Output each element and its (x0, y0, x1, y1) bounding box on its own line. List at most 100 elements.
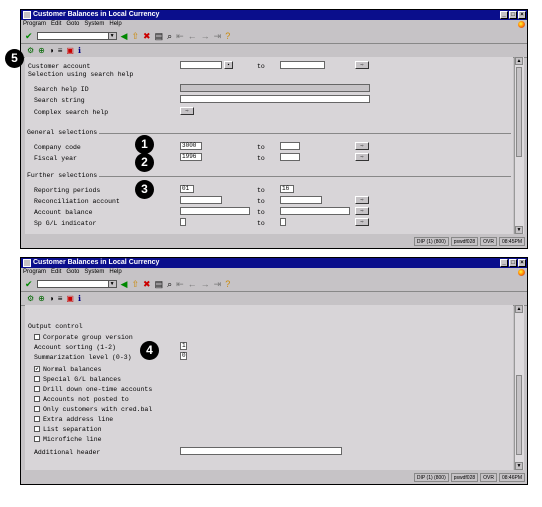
sp-gl-indicator-from[interactable] (180, 218, 186, 226)
exit-icon[interactable]: ⇧ (131, 279, 139, 290)
menu-system[interactable]: System (84, 268, 104, 277)
menu-system[interactable]: System (84, 20, 104, 29)
customer-account-from[interactable] (180, 61, 222, 69)
vertical-scrollbar[interactable]: ▲ ▼ (514, 57, 524, 234)
delete-icon[interactable]: ▣ (66, 46, 74, 55)
check-icon[interactable]: ✔ (25, 31, 33, 42)
option-checkbox[interactable] (34, 376, 40, 382)
next-page-icon[interactable]: → (201, 31, 210, 41)
menu-help[interactable]: Help (109, 268, 121, 277)
back-icon[interactable]: ◀ (121, 31, 128, 42)
multiple-selection-button[interactable]: ⇨ (355, 196, 369, 204)
command-field[interactable]: ▼ (36, 280, 117, 288)
multiple-selection-button[interactable]: ⇨ (355, 207, 369, 215)
option-checkbox[interactable] (34, 406, 40, 412)
save-variant-icon[interactable]: ≡ (58, 294, 63, 303)
help-icon[interactable]: ? (225, 279, 230, 289)
chevron-down-icon[interactable]: ▼ (107, 281, 116, 287)
option-checkbox[interactable] (34, 426, 40, 432)
help-icon[interactable]: ? (225, 31, 230, 41)
option-checkbox[interactable]: ✔ (34, 366, 40, 372)
account-balance-to[interactable] (280, 207, 350, 215)
get-variant-icon[interactable]: ◑ (49, 294, 54, 303)
multiple-selection-button[interactable]: ⇨ (355, 218, 369, 226)
search-string-field[interactable] (180, 95, 370, 103)
company-code-to[interactable] (280, 142, 300, 150)
option-checkbox[interactable] (34, 386, 40, 392)
summarization-level-field[interactable]: 0 (180, 352, 187, 360)
back-icon[interactable]: ◀ (121, 279, 128, 290)
variant-icon[interactable]: ⊕ (38, 46, 45, 55)
close-icon[interactable]: × (518, 11, 526, 19)
multiple-selection-button[interactable]: ⇨ (355, 153, 369, 161)
sp-gl-indicator-to[interactable] (280, 218, 286, 226)
minimize-icon[interactable]: _ (500, 11, 508, 19)
menu-edit[interactable]: Edit (51, 268, 61, 277)
additional-header-field[interactable] (180, 447, 342, 455)
reconciliation-account-from[interactable] (180, 196, 222, 204)
execute-icon[interactable]: ⚙ (27, 46, 34, 55)
prev-page-icon[interactable]: ← (188, 279, 197, 289)
menu-goto[interactable]: Goto (66, 20, 79, 29)
delete-icon[interactable]: ▣ (66, 294, 74, 303)
corporate-group-checkbox[interactable] (34, 334, 40, 340)
execute-icon[interactable]: ⚙ (27, 294, 34, 303)
reporting-periods-from[interactable]: 01 (180, 185, 194, 193)
reconciliation-account-to[interactable] (280, 196, 322, 204)
get-variant-icon[interactable]: ◑ (49, 46, 54, 55)
search-help-id-field[interactable] (180, 84, 370, 92)
multiple-selection-button[interactable]: ⇨ (355, 142, 369, 150)
first-page-icon[interactable]: ⇤ (176, 279, 184, 290)
scroll-down-icon[interactable]: ▼ (515, 226, 523, 234)
command-field[interactable]: ▼ (36, 32, 117, 40)
prev-page-icon[interactable]: ← (188, 31, 197, 41)
account-balance-from[interactable] (180, 207, 250, 215)
account-sorting-field[interactable]: 1 (180, 342, 187, 350)
cancel-icon[interactable]: ✖ (143, 31, 151, 42)
last-page-icon[interactable]: ⇥ (214, 31, 222, 42)
chevron-down-icon[interactable]: ▼ (107, 33, 116, 39)
print-icon[interactable]: ▤ (155, 279, 164, 290)
variant-icon[interactable]: ⊕ (38, 294, 45, 303)
scroll-down-icon[interactable]: ▼ (515, 462, 523, 470)
window-icon[interactable] (23, 259, 31, 267)
save-variant-icon[interactable]: ≡ (58, 46, 63, 55)
find-icon[interactable]: ⌕ (167, 31, 172, 42)
menu-help[interactable]: Help (109, 20, 121, 29)
reporting-periods-to[interactable]: 16 (280, 185, 294, 193)
option-checkbox[interactable] (34, 416, 40, 422)
scroll-thumb[interactable] (516, 375, 522, 455)
vertical-scrollbar[interactable]: ▲ ▼ (514, 305, 524, 470)
last-page-icon[interactable]: ⇥ (214, 279, 222, 290)
menu-program[interactable]: Program (23, 268, 46, 277)
scroll-up-icon[interactable]: ▲ (515, 57, 523, 65)
first-page-icon[interactable]: ⇤ (176, 31, 184, 42)
company-code-field[interactable]: 3000 (180, 142, 202, 150)
find-icon[interactable]: ⌕ (167, 279, 172, 290)
window-icon[interactable] (23, 11, 31, 19)
exit-icon[interactable]: ⇧ (131, 31, 139, 42)
info-icon[interactable]: ℹ (78, 294, 81, 303)
fiscal-year-to[interactable] (280, 153, 300, 161)
close-icon[interactable]: × (518, 259, 526, 267)
option-checkbox[interactable] (34, 436, 40, 442)
next-page-icon[interactable]: → (201, 279, 210, 289)
search-help-icon[interactable]: ▪ (224, 61, 233, 69)
complex-search-help-button[interactable]: ⇨ (180, 107, 194, 115)
menu-goto[interactable]: Goto (66, 268, 79, 277)
minimize-icon[interactable]: _ (500, 259, 508, 267)
scroll-up-icon[interactable]: ▲ (515, 305, 523, 313)
multiple-selection-button[interactable]: ⇨ (355, 61, 369, 69)
info-icon[interactable]: ℹ (78, 46, 81, 55)
maximize-icon[interactable]: □ (509, 259, 517, 267)
menu-edit[interactable]: Edit (51, 20, 61, 29)
fiscal-year-field[interactable]: 1996 (180, 153, 202, 161)
check-icon[interactable]: ✔ (25, 279, 33, 290)
maximize-icon[interactable]: □ (509, 11, 517, 19)
option-checkbox[interactable] (34, 396, 40, 402)
scroll-thumb[interactable] (516, 67, 522, 157)
print-icon[interactable]: ▤ (155, 31, 164, 42)
cancel-icon[interactable]: ✖ (143, 279, 151, 290)
customer-account-to[interactable] (280, 61, 325, 69)
menu-program[interactable]: Program (23, 20, 46, 29)
